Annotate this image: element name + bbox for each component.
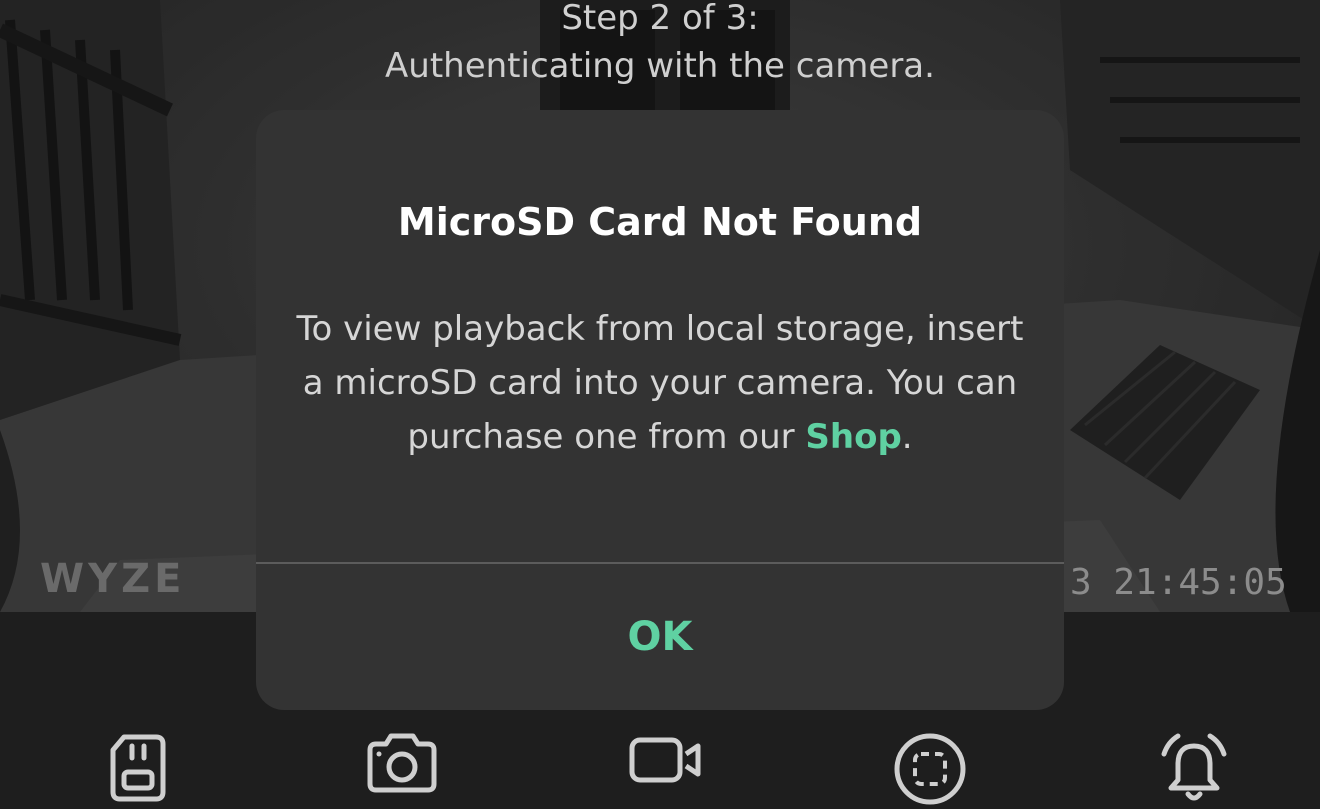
dialog-message-suffix: . [901,417,913,457]
snapshot-button[interactable] [362,732,442,809]
dialog-message: To view playback from local storage, ins… [296,302,1024,464]
shop-link[interactable]: Shop [805,417,901,457]
camera-screen: Step 2 of 3: Authenticating with the cam… [0,0,1320,809]
siren-button[interactable] [1154,732,1234,809]
camera-icon [367,733,437,793]
dialog-title: MicroSD Card Not Found [397,200,923,244]
setup-step-label: Step 2 of 3: [561,0,759,38]
screen-capture-button[interactable] [890,732,970,809]
video-camera-icon [629,737,701,783]
screen-capture-icon [894,733,966,805]
setup-step-description: Authenticating with the camera. [385,46,935,86]
sd-card-icon [110,734,166,802]
feed-timestamp: 3 21:45:05 [1070,562,1287,603]
alarm-bell-icon [1161,733,1227,801]
sd-card-button[interactable] [98,732,178,809]
dialog-message-text: To view playback from local storage, ins… [296,309,1024,457]
wyze-watermark: WYZE [40,556,186,602]
microsd-not-found-dialog: MicroSD Card Not Found To view playback … [256,110,1064,710]
ok-button[interactable]: OK [256,564,1064,710]
record-video-button[interactable] [626,732,706,809]
